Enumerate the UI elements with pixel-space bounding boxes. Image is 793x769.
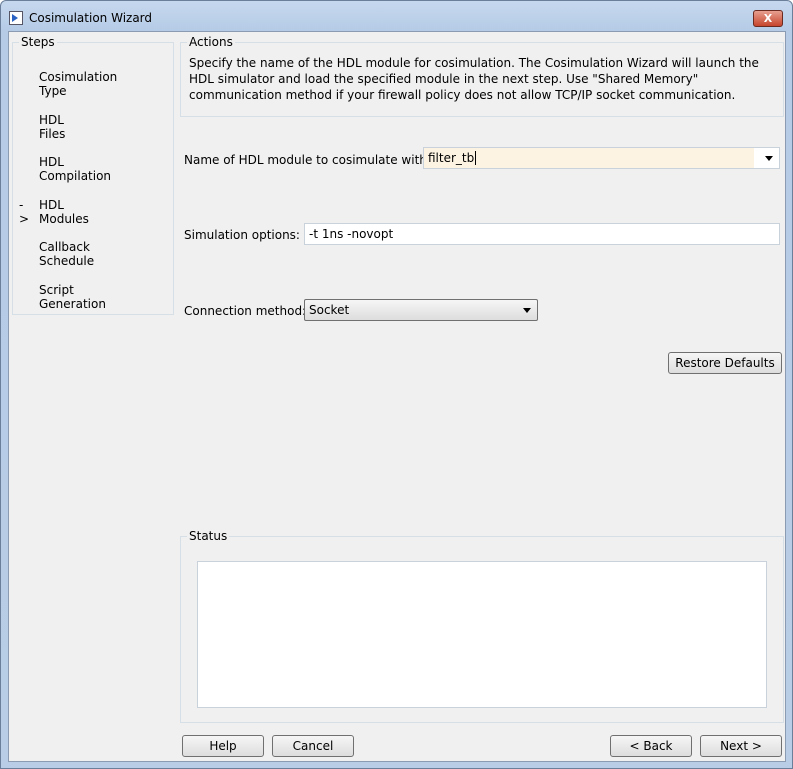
module-name-value: filter_tb [428,151,475,165]
cancel-button[interactable]: Cancel [272,735,354,757]
client-area: Steps Cosimulation Type HDL Files HDL Co… [8,31,786,762]
connection-method-label: Connection method: [184,304,307,318]
step-script-generation[interactable]: Script Generation [39,283,106,311]
window-title: Cosimulation Wizard [29,11,153,25]
title-bar: Cosimulation Wizard [9,7,152,29]
status-text-area[interactable] [197,561,767,708]
chevron-down-icon[interactable] [765,156,773,161]
chevron-down-icon [523,308,531,313]
simulation-options-input[interactable]: -t 1ns -novopt [304,223,780,245]
step-hdl-files[interactable]: HDL Files [39,113,65,141]
help-button[interactable]: Help [182,735,264,757]
connection-method-value: Socket [309,303,350,317]
cosimulation-wizard-window: Cosimulation Wizard X Steps Cosimulation… [0,0,793,769]
simulation-options-label: Simulation options: [184,228,300,242]
step-hdl-compilation[interactable]: HDL Compilation [39,155,111,183]
actions-legend: Actions [189,35,233,49]
close-button[interactable]: X [753,10,783,27]
step-cosimulation-type[interactable]: Cosimulation Type [39,70,117,98]
steps-legend: Steps [21,35,55,49]
module-name-label: Name of HDL module to cosimulate with: [184,153,431,167]
step-hdl-modules[interactable]: HDL Modules [39,198,89,226]
next-button[interactable]: Next > [700,735,782,757]
current-step-marker: -> [19,198,30,226]
connection-method-select[interactable]: Socket [304,299,538,321]
app-icon [9,11,23,25]
actions-description: Specify the name of the HDL module for c… [189,56,759,102]
restore-defaults-button[interactable]: Restore Defaults [668,352,782,374]
step-callback-schedule[interactable]: Callback Schedule [39,240,94,268]
back-button[interactable]: < Back [610,735,692,757]
status-legend: Status [189,529,228,543]
module-name-combobox[interactable]: filter_tb [423,147,780,169]
